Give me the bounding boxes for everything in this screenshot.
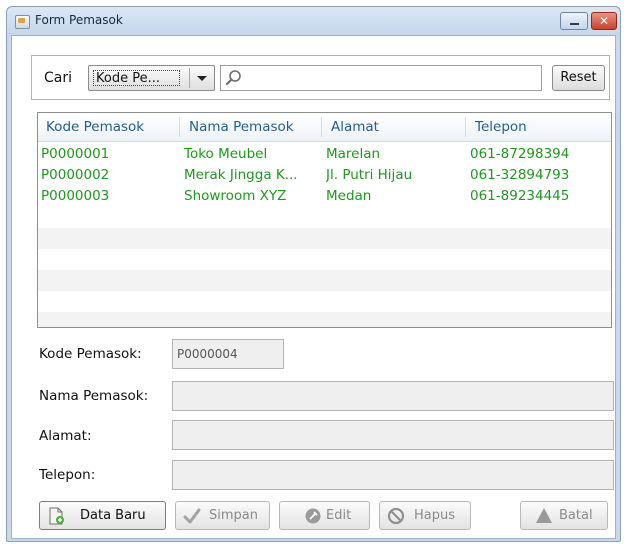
delete-icon [387,507,405,525]
cell-nama: Showroom XYZ [184,188,287,204]
column-header-alamat[interactable]: Alamat [331,119,379,135]
edit-label: Edit [326,508,352,523]
nama-pemasok-field[interactable] [172,381,614,411]
supplier-table[interactable]: Kode Pemasok Nama Pemasok Alamat Telepon… [37,112,612,328]
window-title: Form Pemasok [35,13,123,27]
table-row[interactable]: P0000002 Merak Jingga K... Jl. Putri Hij… [38,165,611,186]
app-icon [15,15,30,29]
checkmark-icon [183,508,201,524]
column-header-kode[interactable]: Kode Pemasok [46,119,144,135]
column-header-telepon[interactable]: Telepon [475,119,527,135]
batal-button[interactable]: Batal [520,501,608,530]
nama-pemasok-label: Nama Pemasok: [39,388,149,404]
cell-nama: Toko Meubel [184,146,268,162]
cell-nama: Merak Jingga K... [184,167,298,183]
chevron-down-icon[interactable] [189,68,212,88]
warning-icon [536,508,552,523]
empty-row [38,270,611,291]
cell-telepon: 061-32894793 [470,167,570,183]
simpan-button[interactable]: Simpan [175,501,270,530]
cell-telepon: 061-89234445 [470,188,570,204]
edit-button[interactable]: Edit [279,501,370,530]
search-input[interactable] [220,65,542,91]
empty-row [38,228,611,249]
cell-kode: P0000003 [41,188,110,204]
search-field-selected: Kode Pe... [93,70,180,86]
minimize-button[interactable] [560,12,588,30]
new-document-icon [49,507,64,525]
close-icon: ✕ [598,14,610,28]
close-button[interactable]: ✕ [591,12,617,30]
kode-pemasok-field: P0000004 [172,339,284,369]
cell-alamat: Marelan [326,146,381,162]
column-header-nama[interactable]: Nama Pemasok [189,119,294,135]
table-row[interactable]: P0000003 Showroom XYZ Medan 061-89234445 [38,186,611,207]
cell-kode: P0000001 [41,146,110,162]
hapus-button[interactable]: Hapus [379,501,471,530]
alamat-label: Alamat: [39,428,92,444]
table-header: Kode Pemasok Nama Pemasok Alamat Telepon [38,113,611,142]
telepon-field[interactable] [172,460,614,490]
simpan-label: Simpan [209,508,258,523]
data-baru-label: Data Baru [80,508,146,523]
hapus-label: Hapus [414,508,456,523]
reset-button[interactable]: Reset [552,65,605,91]
batal-label: Batal [559,508,593,523]
alamat-field[interactable] [172,420,614,450]
title-bar: Form Pemasok ✕ [7,7,620,35]
search-field-dropdown[interactable]: Kode Pe... [88,65,215,91]
cell-alamat: Jl. Putri Hijau [326,167,413,183]
kode-pemasok-label: Kode Pemasok: [39,346,142,362]
search-icon [225,70,241,86]
table-row[interactable]: P0000001 Toko Meubel Marelan 061-8729839… [38,144,611,165]
data-baru-button[interactable]: Data Baru [39,501,166,530]
telepon-label: Telepon: [39,467,96,483]
edit-icon [305,508,321,524]
empty-row [38,312,611,327]
cell-alamat: Medan [326,188,372,204]
search-label: Cari [44,70,72,86]
cell-kode: P0000002 [41,167,110,183]
cell-telepon: 061-87298394 [470,146,570,162]
